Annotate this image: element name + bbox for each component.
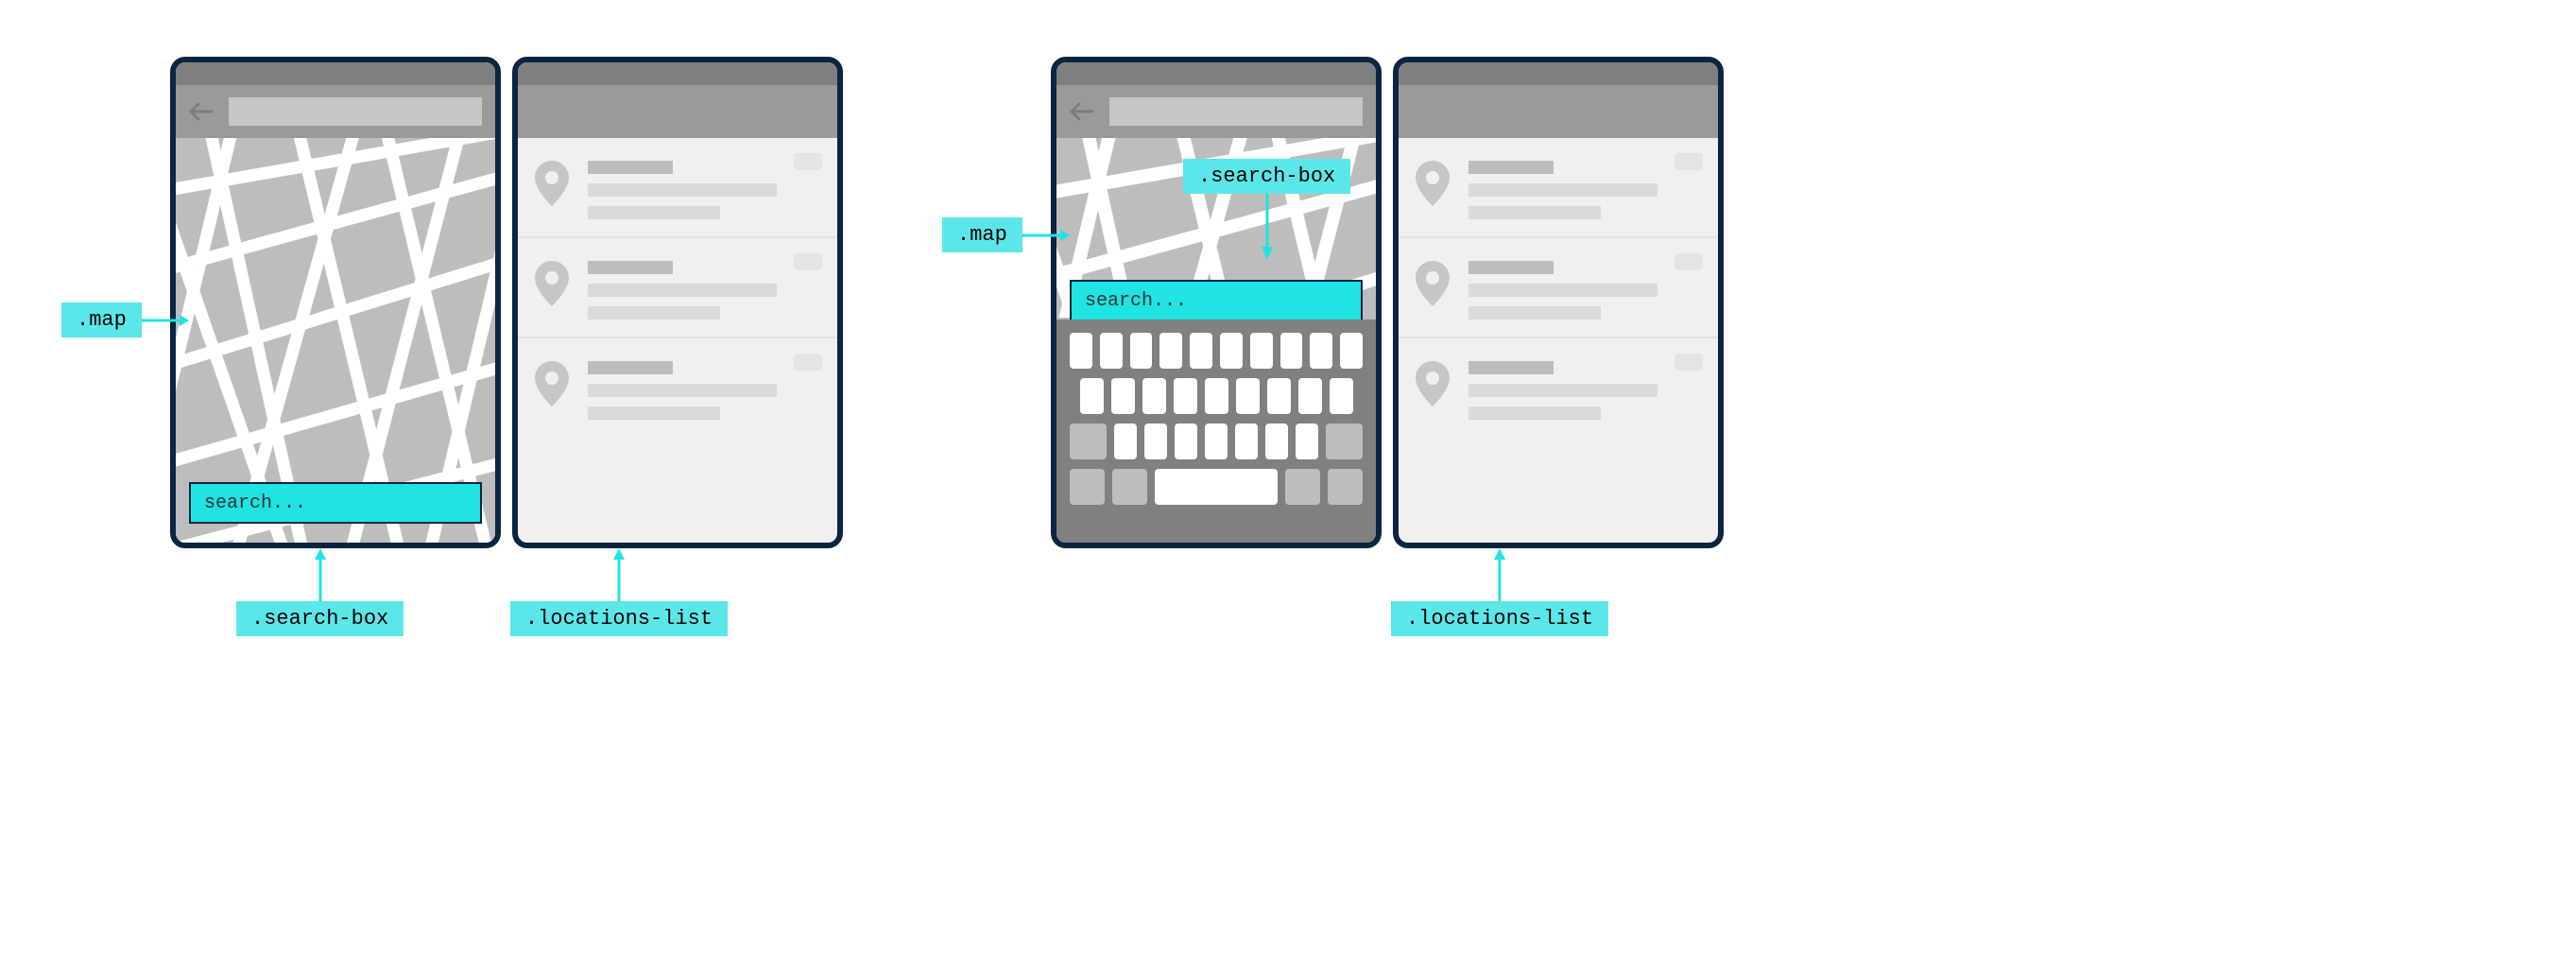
status-bar xyxy=(1056,62,1376,85)
pin-icon xyxy=(1416,161,1450,206)
callout-locations-list: .locations-list xyxy=(510,548,728,636)
callout-map: .map xyxy=(942,217,1070,252)
scene-b-keyboard-visible: search... xyxy=(1051,57,1724,548)
back-arrow-icon[interactable] xyxy=(189,101,217,122)
list-item[interactable] xyxy=(518,238,837,338)
pin-icon xyxy=(1416,261,1450,306)
search-box[interactable]: search... xyxy=(1070,280,1363,321)
header-search-input[interactable] xyxy=(1109,97,1363,126)
callout-map: .map xyxy=(61,302,189,337)
callout-label: .search-box xyxy=(1183,159,1350,194)
status-bar xyxy=(518,62,837,85)
list-item[interactable] xyxy=(1399,338,1718,437)
callout-label: .map xyxy=(942,217,1022,252)
device-locations-list xyxy=(512,57,843,548)
arrow-up-icon xyxy=(610,548,628,601)
badge xyxy=(1674,354,1703,371)
callout-label: .locations-list xyxy=(1391,601,1608,636)
arrow-up-icon xyxy=(311,548,330,601)
pin-icon xyxy=(1416,361,1450,406)
callout-label: .map xyxy=(61,302,142,337)
pin-icon xyxy=(535,361,569,406)
list-item[interactable] xyxy=(518,338,837,437)
list-item[interactable] xyxy=(518,138,837,238)
pin-icon xyxy=(535,261,569,306)
search-placeholder: search... xyxy=(1085,290,1187,312)
list-item[interactable] xyxy=(1399,238,1718,338)
app-header xyxy=(176,85,495,138)
app-header xyxy=(1399,85,1718,138)
callout-label: .locations-list xyxy=(510,601,728,636)
list-item[interactable] xyxy=(1399,138,1718,238)
scene-a-keyboard-hidden: search... xyxy=(170,57,843,548)
locations-list[interactable] xyxy=(1399,138,1718,437)
locations-list[interactable] xyxy=(518,138,837,437)
callout-locations-list: .locations-list xyxy=(1391,548,1608,636)
device-map: search... xyxy=(1051,57,1382,548)
badge xyxy=(794,354,822,371)
status-bar xyxy=(1399,62,1718,85)
app-header xyxy=(518,85,837,138)
window-controls-icon xyxy=(1676,66,1710,81)
pin-icon xyxy=(535,161,569,206)
badge xyxy=(1674,153,1703,170)
status-bar xyxy=(176,62,495,85)
back-arrow-icon[interactable] xyxy=(1070,101,1098,122)
callout-search-box: .search-box xyxy=(1183,159,1350,260)
arrow-up-icon xyxy=(1490,548,1509,601)
arrow-down-icon xyxy=(1258,194,1277,260)
badge xyxy=(794,253,822,270)
header-search-input[interactable] xyxy=(229,97,482,126)
callout-label: .search-box xyxy=(236,601,404,636)
map[interactable]: search... xyxy=(176,138,495,543)
on-screen-keyboard[interactable] xyxy=(1056,320,1376,543)
device-locations-list xyxy=(1393,57,1724,548)
arrow-right-icon xyxy=(1022,226,1070,245)
badge xyxy=(794,153,822,170)
app-header xyxy=(1056,85,1376,138)
badge xyxy=(1674,253,1703,270)
search-placeholder: search... xyxy=(204,493,306,514)
device-map: search... xyxy=(170,57,501,548)
arrow-right-icon xyxy=(142,311,189,330)
callout-search-box: .search-box xyxy=(236,548,404,636)
window-controls-icon xyxy=(796,66,830,81)
search-box[interactable]: search... xyxy=(189,482,482,524)
